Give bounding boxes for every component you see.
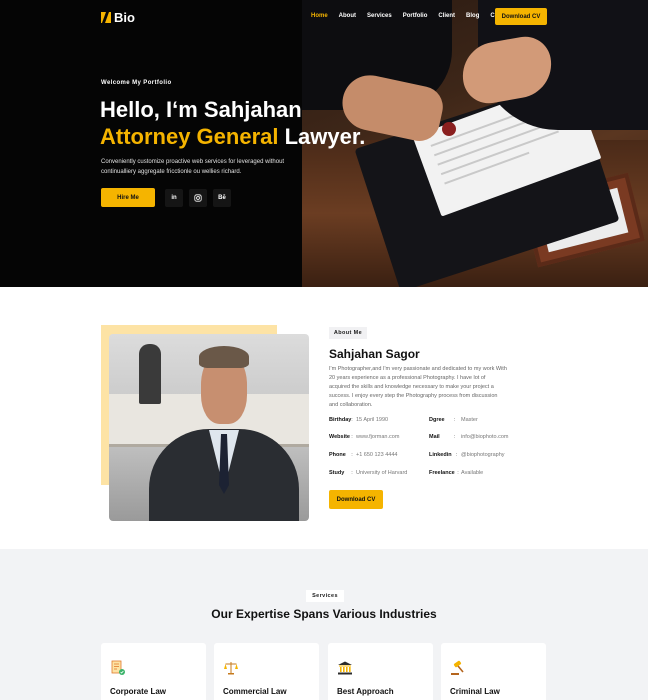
nav-link-portfolio[interactable]: Portfolio xyxy=(403,13,428,19)
logo-icon xyxy=(101,12,111,23)
about-name: Sahjahan Sagor xyxy=(329,347,420,361)
behance-button[interactable]: Bē xyxy=(213,189,231,207)
service-label: Corporate Law xyxy=(110,687,167,696)
hero-title-accent: Attorney General xyxy=(100,124,279,149)
info-linkedin: Linkedin: @biophotography xyxy=(429,452,505,458)
service-card-best-approach[interactable]: Best Approach xyxy=(328,643,433,700)
hire-me-button[interactable]: Hire Me xyxy=(101,188,155,207)
nav-link-home[interactable]: Home xyxy=(311,13,328,19)
about-bio: I'm Photographer,and I'm very passionate… xyxy=(329,366,507,408)
about-download-cv-button[interactable]: Download CV xyxy=(329,490,383,509)
about-tag: About Me xyxy=(329,327,367,339)
info-birthday: Birthday:15 April 1990 xyxy=(329,417,389,423)
about-portrait xyxy=(109,334,309,521)
nav-link-about[interactable]: About xyxy=(339,13,356,19)
nav-link-client[interactable]: Client xyxy=(438,13,455,19)
linkedin-button[interactable]: in xyxy=(165,189,183,207)
behance-icon: Bē xyxy=(218,195,226,201)
service-card-criminal-law[interactable]: Criminal Law xyxy=(441,643,546,700)
info-mail: Mail: info@biophoto.com xyxy=(429,434,509,440)
service-label: Best Approach xyxy=(337,687,394,696)
info-degree: Dgree: Master xyxy=(429,417,478,423)
info-freelance: Freelance: Available xyxy=(429,470,484,476)
services-tag: Services xyxy=(306,590,344,602)
service-card-corporate-law[interactable]: Corporate Law xyxy=(101,643,206,700)
hero-title-rest: Lawyer. xyxy=(278,124,366,149)
document-icon xyxy=(111,660,125,675)
hero-heading: Hello, I‘m Sahjahan Attorney General Law… xyxy=(100,96,365,150)
top-nav: Bio Home About Services Portfolio Client… xyxy=(0,0,648,34)
info-website: Website: www.fjorman.com xyxy=(329,434,400,440)
hero-description: Conveniently customize proactive web ser… xyxy=(101,159,285,175)
info-phone: Phone: +1 650 123 4444 xyxy=(329,452,398,458)
linkedin-icon: in xyxy=(171,195,177,201)
scales-icon xyxy=(224,662,238,675)
service-card-commercial-law[interactable]: Commercial Law xyxy=(214,643,319,700)
instagram-button[interactable] xyxy=(189,189,207,207)
hero-greeting: Hello, I‘m Sahjahan xyxy=(100,97,302,122)
nav-link-blog[interactable]: Blog xyxy=(466,13,479,19)
service-label: Criminal Law xyxy=(450,687,500,696)
nav-link-services[interactable]: Services xyxy=(367,13,392,19)
nav-download-cv-button[interactable]: Download CV xyxy=(495,8,547,25)
services-section xyxy=(0,549,648,700)
gavel-icon xyxy=(451,660,464,675)
courthouse-icon xyxy=(338,661,352,675)
logo[interactable]: Bio xyxy=(101,10,135,25)
info-study: Study: University of Harvard xyxy=(329,470,408,476)
services-title: Our Expertise Spans Various Industries xyxy=(211,607,437,621)
hero-welcome: Welcome My Portfolio xyxy=(101,80,172,86)
nav-links: Home About Services Portfolio Client Blo… xyxy=(311,13,513,19)
service-label: Commercial Law xyxy=(223,687,287,696)
hero-section: Bio Home About Services Portfolio Client… xyxy=(0,0,648,287)
instagram-icon xyxy=(194,194,202,202)
logo-text: Bio xyxy=(114,10,135,25)
